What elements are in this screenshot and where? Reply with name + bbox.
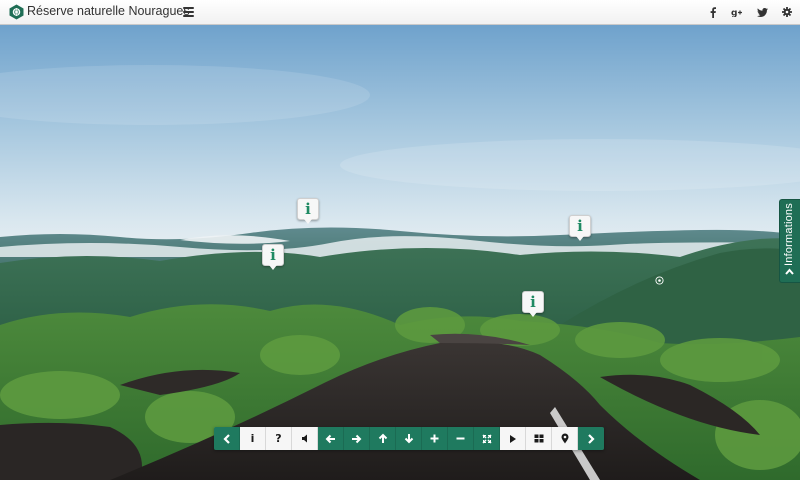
panorama-controls: i ?: [214, 427, 604, 450]
chevron-up-icon: [785, 268, 794, 275]
app-title: Réserve naturelle Nouragues: [27, 4, 190, 18]
target-icon[interactable]: [655, 276, 664, 285]
nouragues-logo-icon[interactable]: [9, 4, 24, 20]
chevron-right-icon: [588, 433, 595, 444]
info-button[interactable]: i: [240, 427, 266, 450]
arrow-up-icon: [378, 433, 387, 443]
collapse-left-button[interactable]: [214, 427, 240, 450]
info-hotspot-icon: i: [569, 215, 591, 237]
speaker-icon: [301, 434, 307, 443]
informations-tab[interactable]: Informations: [779, 199, 800, 283]
panorama-image[interactable]: [0, 25, 800, 480]
sound-button[interactable]: [292, 427, 318, 450]
google-plus-icon[interactable]: g: [729, 4, 745, 20]
map-pin-icon: [561, 433, 568, 444]
info-hotspot-icon: i: [522, 291, 544, 313]
thumbnails-button[interactable]: [526, 427, 552, 450]
map-button[interactable]: [552, 427, 578, 450]
menu-icon[interactable]: [183, 7, 194, 17]
pan-right-button[interactable]: [344, 427, 370, 450]
svg-text:g: g: [731, 9, 737, 18]
info-hotspot[interactable]: i: [262, 244, 284, 270]
play-icon: [509, 434, 516, 443]
pan-left-button[interactable]: [318, 427, 344, 450]
info-hotspot[interactable]: i: [569, 215, 591, 241]
fullscreen-button[interactable]: [474, 427, 500, 450]
chevron-left-icon: [222, 433, 230, 444]
next-button[interactable]: [578, 427, 604, 450]
panorama-view[interactable]: i i i i: [0, 25, 800, 480]
pan-up-button[interactable]: [370, 427, 396, 450]
info-hotspot[interactable]: i: [522, 291, 544, 317]
top-bar: Réserve naturelle Nouragues g: [0, 0, 800, 25]
pan-down-button[interactable]: [396, 427, 422, 450]
fullscreen-icon: [481, 433, 492, 444]
facebook-icon[interactable]: [705, 4, 721, 20]
zoom-in-button[interactable]: [422, 427, 448, 450]
autoplay-button[interactable]: [500, 427, 526, 450]
help-button[interactable]: ?: [266, 427, 292, 450]
info-hotspot[interactable]: i: [297, 198, 319, 224]
arrow-right-icon: [352, 434, 362, 443]
settings-icon[interactable]: [779, 4, 795, 20]
info-hotspot-icon: i: [297, 198, 319, 220]
informations-tab-label: Informations: [783, 203, 795, 266]
info-hotspot-icon: i: [262, 244, 284, 266]
plus-icon: [430, 434, 439, 443]
info-icon: i: [250, 432, 255, 445]
help-icon: ?: [275, 432, 282, 445]
minus-icon: [456, 437, 465, 440]
arrow-left-icon: [325, 434, 335, 443]
arrow-down-icon: [404, 434, 413, 444]
zoom-out-button[interactable]: [448, 427, 474, 450]
twitter-icon[interactable]: [754, 4, 770, 20]
grid-icon: [534, 434, 543, 443]
